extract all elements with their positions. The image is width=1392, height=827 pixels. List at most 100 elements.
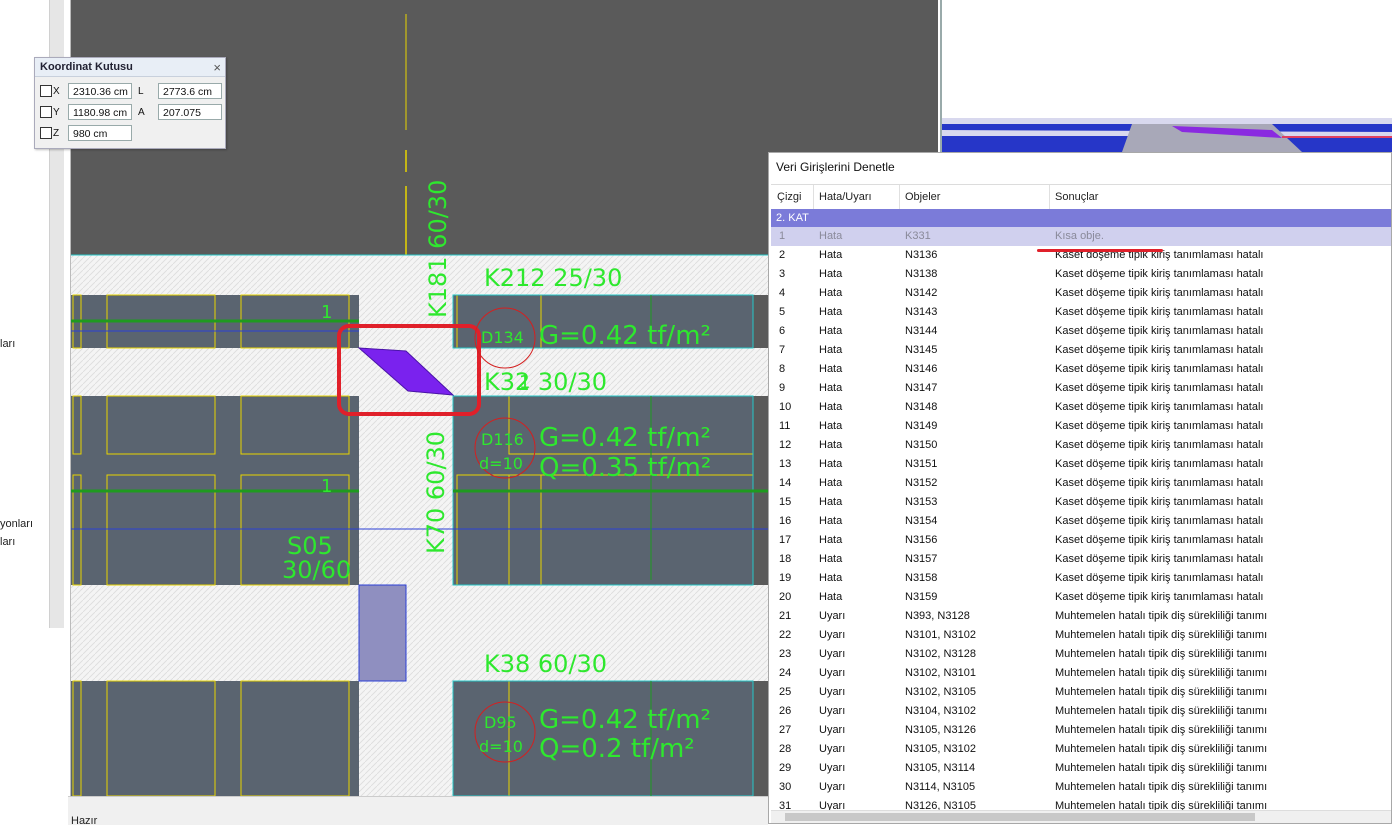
table-row[interactable]: 21 Uyarı N393, N3128 Muhtemelen hatalı tipi…	[771, 607, 1391, 626]
row-type: Hata	[819, 306, 843, 318]
grid-header: Çizgi Hata/Uyarı Objeler Sonuçlar	[771, 184, 1391, 211]
row-objects: N3144	[905, 325, 938, 337]
results-list[interactable]: 1 Hata K331 Kısa obje. 2 Hata N3136 Kaset döşem…	[771, 227, 1391, 811]
table-row[interactable]: 30 Uyarı N3114, N3105 Muhtemelen hatalı tip…	[771, 778, 1391, 797]
coordinate-box[interactable]: Koordinat Kutusu × X 2310.36 cm L 2773.6…	[34, 57, 226, 149]
table-row[interactable]: 22 Uyarı N3101, N3102 Muhtemelen hatalı tip…	[771, 626, 1391, 645]
l-field[interactable]: 2773.6 cm	[158, 83, 222, 99]
table-row[interactable]: 4 Hata N3142 Kaset döşeme tipik kiriş tanım…	[771, 284, 1391, 303]
table-row[interactable]: 23 Uyarı N3102, N3128 Muhtemelen hatalı tip…	[771, 645, 1391, 664]
table-row[interactable]: 17 Hata N3156 Kaset döşeme tipik kiriş tanı…	[771, 531, 1391, 550]
table-row[interactable]: 18 Hata N3157 Kaset döşeme tipik kiriş tanı…	[771, 550, 1391, 569]
y-lock-checkbox[interactable]	[40, 106, 52, 118]
table-row[interactable]: 5 Hata N3143 Kaset döşeme tipik kiriş tanım…	[771, 303, 1391, 322]
table-row[interactable]: 8 Hata N3146 Kaset döşeme tipik kiriş tanım…	[771, 360, 1391, 379]
table-row[interactable]: 24 Uyarı N3102, N3101 Muhtemelen hatalı tip…	[771, 664, 1391, 683]
row-line-number: 11	[779, 420, 791, 432]
row-type: Hata	[819, 477, 843, 489]
row-line-number: 9	[779, 382, 786, 394]
x-field[interactable]: 2310.36 cm	[68, 83, 132, 99]
table-row[interactable]: 12 Hata N3150 Kaset döşeme tipik kiriş tanı…	[771, 436, 1391, 455]
x-lock-checkbox[interactable]	[40, 85, 52, 97]
row-line-number: 20	[779, 591, 792, 603]
z-field[interactable]: 980 cm	[68, 125, 132, 141]
table-row[interactable]: 31 Uyarı N3126, N3105 Muhtemelen hatalı tip…	[771, 797, 1391, 811]
table-row[interactable]: 3 Hata N3138 Kaset döşeme tipik kiriş tanım…	[771, 265, 1391, 284]
row-objects: N3150	[905, 439, 938, 451]
row-type: Hata	[819, 249, 843, 261]
y-field[interactable]: 1180.98 cm	[68, 104, 132, 120]
row-objects: N3153	[905, 496, 938, 508]
check-input-dialog[interactable]: Veri Girişlerini Denetle Çizgi Hata/Uyar…	[768, 152, 1392, 824]
row-type: Uyarı	[819, 648, 846, 660]
a-field[interactable]: 207.075	[158, 104, 222, 120]
table-row[interactable]: 20 Hata N3159 Kaset döşeme tipik kiriş tanı…	[771, 588, 1391, 607]
row-type: Hata	[819, 572, 843, 584]
slab-label-d116: D116	[481, 430, 524, 449]
l-label: L	[138, 86, 144, 97]
row-objects: N3142	[905, 287, 938, 299]
table-row[interactable]: 6 Hata N3144 Kaset döşeme tipik kiriş tanım…	[771, 322, 1391, 341]
axis-label: 1	[519, 372, 530, 393]
row-result: Muhtemelen hatalı tipik diş sürekliliği …	[1055, 762, 1268, 774]
table-row[interactable]: 1 Hata K331 Kısa obje.	[771, 227, 1391, 246]
row-type: Uyarı	[819, 743, 846, 755]
row-type: Hata	[819, 515, 843, 527]
column-header-results[interactable]: Sonuçlar	[1055, 191, 1098, 203]
row-objects: N3126, N3105	[905, 800, 976, 811]
table-row[interactable]: 16 Hata N3154 Kaset döşeme tipik kiriş tanı…	[771, 512, 1391, 531]
table-row[interactable]: 15 Hata N3153 Kaset döşeme tipik kiriş tanı…	[771, 493, 1391, 512]
table-row[interactable]: 27 Uyarı N3105, N3126 Muhtemelen hatalı tip…	[771, 721, 1391, 740]
z-lock-checkbox[interactable]	[40, 127, 52, 139]
beam-label-k70: K70 60/30	[422, 431, 450, 554]
row-type: Hata	[819, 287, 843, 299]
row-objects: N3102, N3105	[905, 686, 976, 698]
row-line-number: 10	[779, 401, 792, 413]
row-line-number: 14	[779, 477, 792, 489]
row-result: Muhtemelen hatalı tipik diş sürekliliği …	[1055, 705, 1268, 717]
table-row[interactable]: 11 Hata N3149 Kaset döşeme tipik kiriş tanı…	[771, 417, 1391, 436]
row-objects: N3159	[905, 591, 938, 603]
row-type: Hata	[819, 420, 843, 432]
scrollbar-thumb[interactable]	[785, 813, 1255, 821]
3d-preview-panel[interactable]	[940, 0, 1392, 152]
table-row[interactable]: 28 Uyarı N3105, N3102 Muhtemelen hatalı tip…	[771, 740, 1391, 759]
row-objects: N3152	[905, 477, 938, 489]
column-header-line[interactable]: Çizgi	[777, 191, 801, 203]
row-type: Uyarı	[819, 800, 846, 811]
table-row[interactable]: 9 Hata N3147 Kaset döşeme tipik kiriş tanım…	[771, 379, 1391, 398]
column-header-type[interactable]: Hata/Uyarı	[819, 191, 872, 203]
row-result: Kaset döşeme tipik kiriş tanımlaması hat…	[1055, 268, 1264, 280]
row-type: Hata	[819, 230, 843, 242]
row-type: Uyarı	[819, 705, 846, 717]
row-type: Hata	[819, 439, 843, 451]
row-line-number: 29	[779, 762, 792, 774]
table-row[interactable]: 25 Uyarı N3102, N3105 Muhtemelen hatalı tip…	[771, 683, 1391, 702]
table-row[interactable]: 13 Hata N3151 Kaset döşeme tipik kiriş tanı…	[771, 455, 1391, 474]
group-row-floor[interactable]: 2. KAT	[771, 209, 1391, 227]
column-s05[interactable]	[358, 584, 407, 682]
row-result: Kaset döşeme tipik kiriş tanımlaması hat…	[1055, 534, 1264, 546]
row-objects: N3136	[905, 249, 938, 261]
row-line-number: 31	[779, 800, 792, 811]
row-result: Kaset döşeme tipik kiriş tanımlaması hat…	[1055, 344, 1264, 356]
row-line-number: 16	[779, 515, 792, 527]
row-objects: N3154	[905, 515, 938, 527]
table-row[interactable]: 29 Uyarı N3105, N3114 Muhtemelen hatalı tip…	[771, 759, 1391, 778]
row-result: Muhtemelen hatalı tipik diş sürekliliği …	[1055, 629, 1268, 641]
row-line-number: 23	[779, 648, 792, 660]
table-row[interactable]: 7 Hata N3145 Kaset döşeme tipik kiriş tanım…	[771, 341, 1391, 360]
coordinate-box-title[interactable]: Koordinat Kutusu ×	[35, 58, 225, 77]
table-row[interactable]: 19 Hata N3158 Kaset döşeme tipik kiriş tanı…	[771, 569, 1391, 588]
coordinate-box-title-text: Koordinat Kutusu	[40, 61, 133, 73]
row-result: Kaset döşeme tipik kiriş tanımlaması hat…	[1055, 496, 1264, 508]
row-result: Kaset döşeme tipik kiriş tanımlaması hat…	[1055, 572, 1264, 584]
table-row[interactable]: 10 Hata N3148 Kaset döşeme tipik kiriş tanı…	[771, 398, 1391, 417]
row-result: Muhtemelen hatalı tipik diş sürekliliği …	[1055, 800, 1268, 811]
close-icon[interactable]: ×	[213, 58, 221, 77]
table-row[interactable]: 14 Hata N3152 Kaset döşeme tipik kiriş tanı…	[771, 474, 1391, 493]
horizontal-scrollbar[interactable]	[771, 810, 1391, 823]
row-objects: N3148	[905, 401, 938, 413]
column-header-objects[interactable]: Objeler	[905, 191, 940, 203]
table-row[interactable]: 26 Uyarı N3104, N3102 Muhtemelen hatalı tip…	[771, 702, 1391, 721]
